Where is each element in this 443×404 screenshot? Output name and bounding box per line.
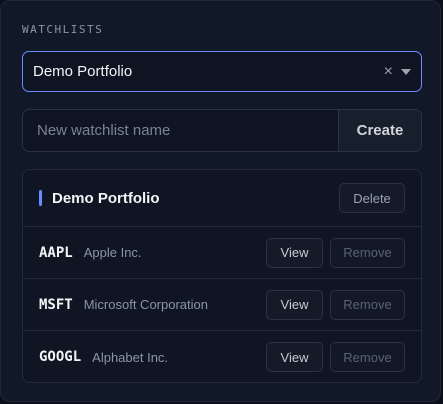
watchlists-panel: WATCHLISTS Demo Portfolio × Create Demo … [0, 0, 441, 402]
watchlist-header: Demo Portfolio Delete [23, 170, 421, 227]
table-row: GOOGL Alphabet Inc. View Remove [23, 331, 421, 383]
view-button[interactable]: View [266, 342, 323, 372]
chevron-down-icon[interactable] [401, 68, 411, 75]
ticker-symbol: AAPL [39, 244, 73, 261]
table-row: AAPL Apple Inc. View Remove [23, 227, 421, 279]
watchlist-card: Demo Portfolio Delete AAPL Apple Inc. Vi… [22, 169, 422, 383]
clear-icon[interactable]: × [384, 63, 393, 80]
ticker-symbol: GOOGL [39, 349, 82, 365]
select-value: Demo Portfolio [33, 63, 133, 80]
remove-button[interactable]: Remove [330, 237, 405, 268]
ticker-symbol: MSFT [39, 296, 73, 313]
company-name: Alphabet Inc. [92, 349, 169, 365]
create-button[interactable]: Create [338, 110, 421, 151]
view-button[interactable]: View [266, 289, 323, 320]
watchlist-title: Demo Portfolio [52, 189, 160, 207]
remove-button[interactable]: Remove [330, 342, 405, 372]
section-title: WATCHLISTS [22, 23, 104, 36]
watchlist-select[interactable]: Demo Portfolio × [22, 51, 422, 92]
delete-button[interactable]: Delete [339, 183, 405, 213]
company-name: Apple Inc. [83, 245, 142, 260]
table-row: MSFT Microsoft Corporation View Remove [23, 279, 421, 331]
watchlist-name-input[interactable] [23, 110, 338, 151]
view-button[interactable]: View [266, 237, 323, 268]
company-name: Microsoft Corporation [83, 297, 208, 312]
accent-bar [39, 190, 42, 206]
remove-button[interactable]: Remove [330, 289, 405, 320]
create-watchlist-form: Create [22, 109, 422, 152]
